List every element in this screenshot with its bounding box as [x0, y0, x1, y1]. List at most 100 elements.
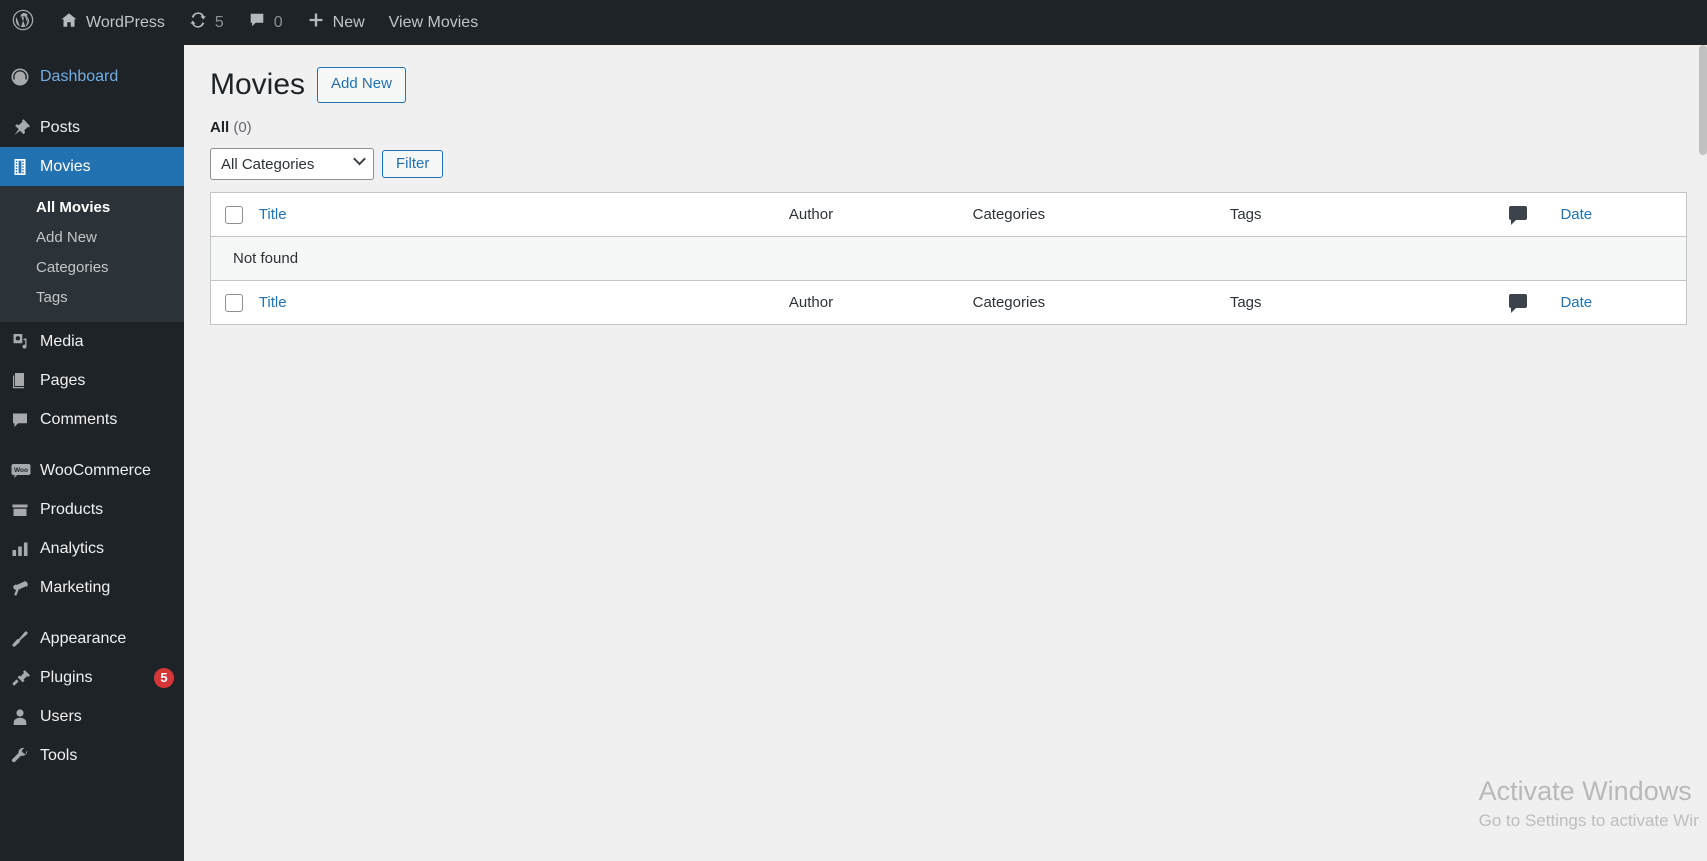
sort-title-link[interactable]: Title [259, 206, 287, 223]
column-header-comments [1477, 193, 1561, 237]
sidebar-item-label: Comments [40, 410, 118, 428]
submenu-movies: All Movies Add New Categories Tags [0, 186, 184, 322]
sidebar-item-label: Tools [40, 746, 78, 764]
sidebar-item-woocommerce[interactable]: Woo WooCommerce [0, 451, 184, 490]
sidebar-item-label: Plugins [40, 668, 93, 686]
sidebar-item-label: Movies [40, 157, 91, 175]
updates-count: 5 [214, 13, 224, 31]
column-label-author: Author [788, 206, 834, 223]
select-all-checkbox-footer[interactable] [225, 293, 243, 312]
comment-bubble-icon [248, 11, 266, 34]
plugins-update-badge: 5 [154, 667, 174, 688]
sidebar-item-tools[interactable]: Tools [0, 736, 184, 775]
submenu-item-tags[interactable]: Tags [0, 283, 184, 313]
column-footer-tags: Tags [1230, 281, 1477, 325]
table-head: Title Author Categories Tags Date [210, 192, 1687, 237]
windows-activation-watermark: Activate Windows Go to Settings to activ… [1479, 775, 1699, 833]
media-icon [10, 332, 40, 352]
view-movies-button[interactable]: View Movies [377, 0, 491, 45]
sidebar-item-label: Analytics [40, 539, 105, 557]
sidebar-item-label: Appearance [40, 629, 127, 647]
plus-icon [307, 11, 325, 34]
sidebar-item-products[interactable]: Products [0, 490, 184, 529]
category-filter-value: All Categories [221, 155, 315, 173]
view-all-link[interactable]: All [210, 119, 229, 136]
sort-date-link[interactable]: Date [1560, 206, 1592, 223]
wordpress-logo-button[interactable] [0, 0, 48, 45]
column-footer-title: Title [259, 281, 789, 325]
page-header: Movies Add New [184, 45, 1699, 103]
sidebar-item-appearance[interactable]: Appearance [0, 619, 184, 658]
column-label-categories-footer: Categories [972, 294, 1046, 311]
comments-count: 0 [273, 13, 283, 31]
page-title: Movies [210, 68, 306, 101]
column-label-tags: Tags [1229, 206, 1262, 223]
table-nav-top: All Categories Filter [184, 136, 1699, 180]
page-scrollbar[interactable] [1699, 45, 1707, 861]
chevron-down-icon [353, 152, 366, 166]
svg-text:Woo: Woo [14, 467, 28, 474]
paintbrush-icon [10, 629, 40, 649]
pin-icon [10, 118, 40, 138]
sidebar-separator-3 [0, 607, 184, 619]
sidebar-spacer-top [0, 45, 184, 57]
submenu-item-categories[interactable]: Categories [0, 253, 184, 283]
sidebar-item-analytics[interactable]: Analytics [0, 529, 184, 568]
column-footer-categories: Categories [973, 281, 1230, 325]
user-icon [10, 707, 40, 727]
wordpress-logo-icon [12, 9, 34, 36]
sidebar-item-media[interactable]: Media [0, 322, 184, 361]
site-name-button[interactable]: WordPress [48, 0, 177, 45]
updates-icon [189, 11, 207, 34]
sidebar-item-posts[interactable]: Posts [0, 108, 184, 147]
dashboard-icon [10, 67, 40, 87]
table-empty-message: Not found [210, 236, 1687, 281]
sort-title-link-footer[interactable]: Title [259, 294, 287, 311]
column-footer-author: Author [789, 281, 973, 325]
column-footer-date: Date [1560, 281, 1686, 325]
sidebar-separator-2 [0, 439, 184, 451]
column-label-author-footer: Author [788, 294, 834, 311]
megaphone-icon [10, 578, 40, 598]
sidebar-item-label: Products [40, 500, 104, 518]
updates-button[interactable]: 5 [177, 0, 236, 45]
filter-button[interactable]: Filter [382, 150, 444, 178]
comment-bubble-icon [10, 410, 40, 430]
sidebar-item-label: Pages [40, 371, 86, 389]
sidebar-item-label: Media [40, 332, 84, 350]
sidebar-item-movies[interactable]: Movies [0, 147, 192, 186]
film-strip-icon [10, 157, 40, 177]
select-all-footer-header [211, 281, 259, 325]
submenu-item-all-movies[interactable]: All Movies [0, 193, 184, 223]
table-foot: Title Author Categories Tags Date [210, 280, 1687, 325]
watermark-subtitle: Go to Settings to activate Windows. [1478, 811, 1699, 831]
sidebar-item-label: Posts [40, 118, 81, 136]
sidebar-item-comments[interactable]: Comments [0, 400, 184, 439]
category-filter-select[interactable]: All Categories [210, 148, 374, 180]
sidebar-item-users[interactable]: Users [0, 697, 184, 736]
column-label-categories: Categories [972, 206, 1046, 223]
woo-icon: Woo [10, 461, 40, 481]
sort-date-link-footer[interactable]: Date [1560, 294, 1592, 311]
comments-button[interactable]: 0 [236, 0, 295, 45]
home-icon [60, 11, 78, 34]
views-list: All (0) [184, 103, 1699, 136]
bar-chart-icon [10, 539, 40, 559]
select-all-checkbox[interactable] [225, 205, 243, 224]
comment-bubble-icon[interactable] [1509, 293, 1528, 313]
add-new-button[interactable]: Add New [317, 67, 406, 103]
sidebar-item-pages[interactable]: Pages [0, 361, 184, 400]
sidebar-item-label: WooCommerce [40, 461, 151, 479]
sidebar-item-label: Marketing [40, 578, 111, 596]
sidebar-item-plugins[interactable]: Plugins 5 [0, 658, 184, 697]
products-icon [10, 500, 40, 520]
sidebar-item-label: Dashboard [40, 67, 119, 85]
sidebar-item-dashboard[interactable]: Dashboard [0, 57, 184, 96]
column-header-author: Author [789, 193, 973, 237]
new-content-button[interactable]: New [295, 0, 377, 45]
scrollbar-thumb[interactable] [1699, 45, 1707, 155]
sidebar-item-marketing[interactable]: Marketing [0, 568, 184, 607]
table-header-row: Title Author Categories Tags Date [210, 192, 1687, 237]
comment-bubble-icon[interactable] [1509, 205, 1528, 225]
submenu-item-add-new[interactable]: Add New [0, 223, 184, 253]
